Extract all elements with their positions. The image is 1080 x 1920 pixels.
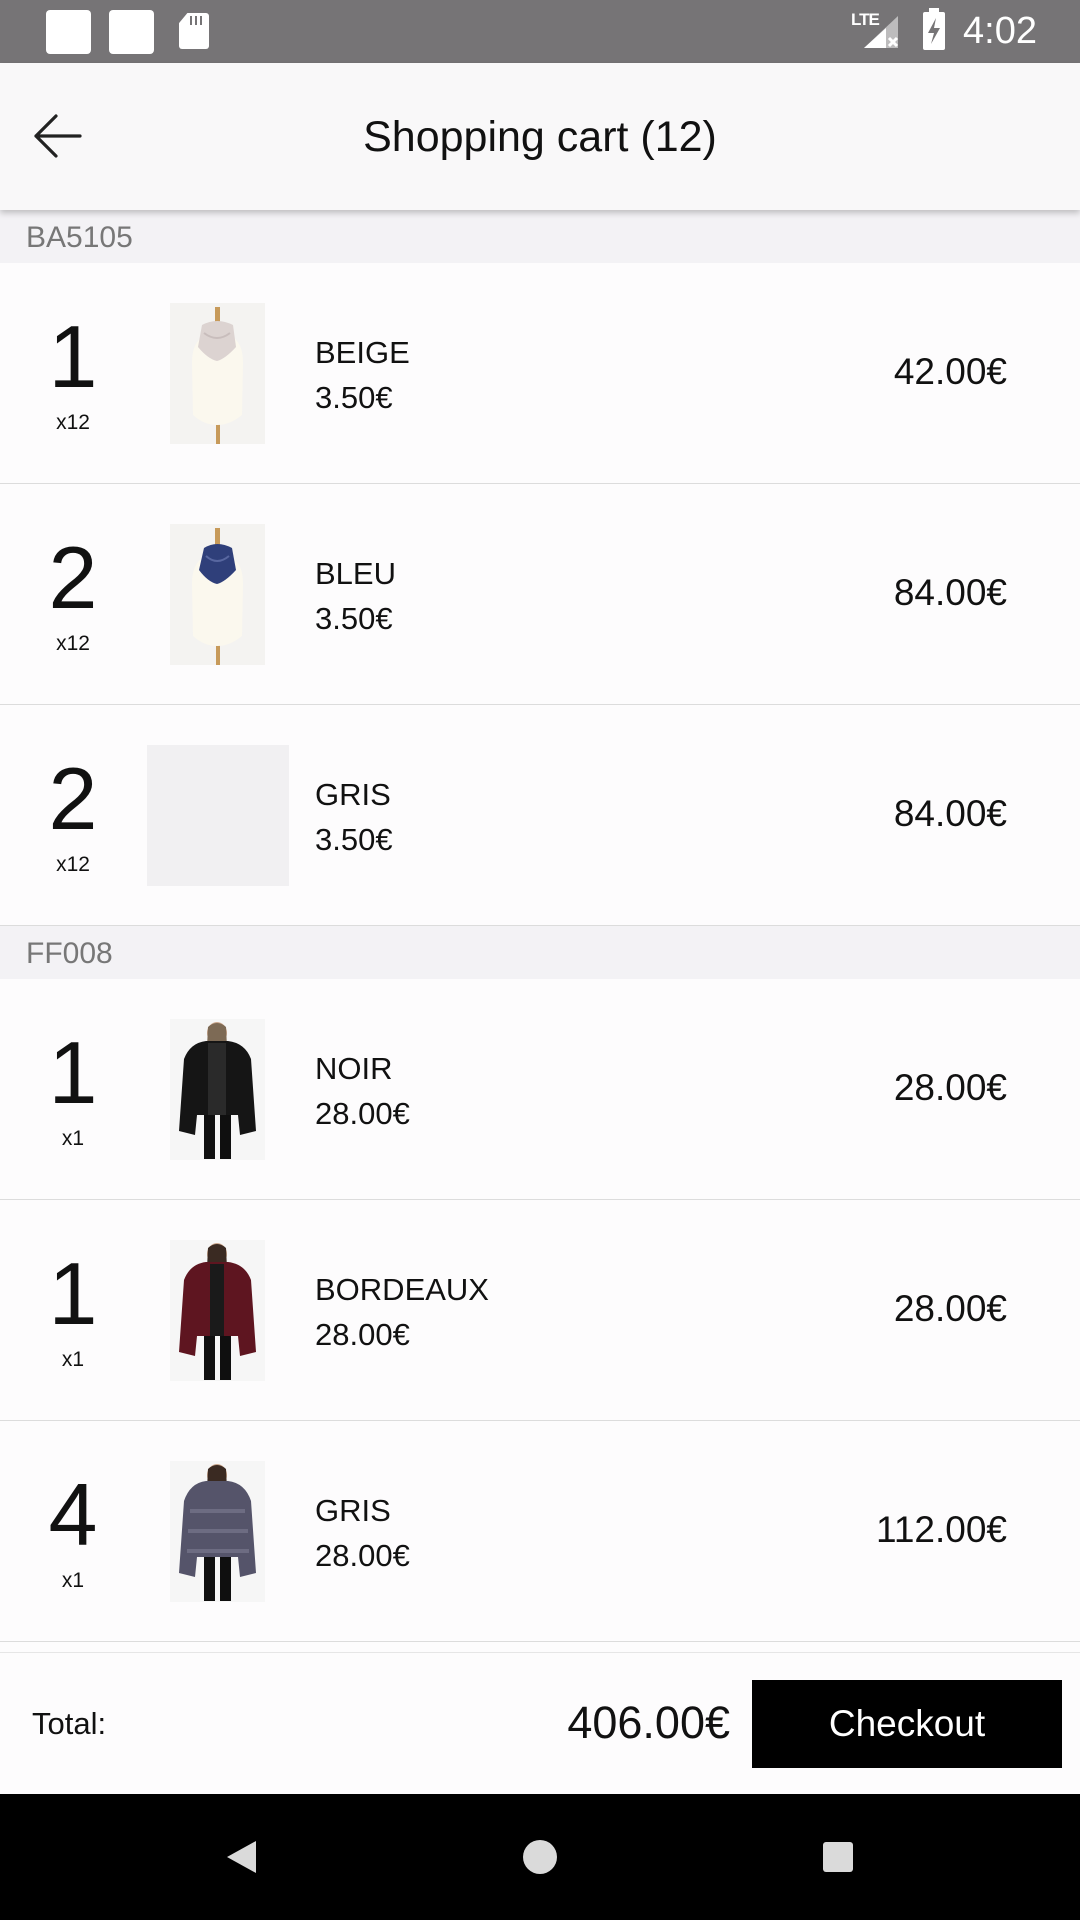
cart-list[interactable]: BA5105 1 x12 BEIGE 3.50€ 42.00€ 2 x12 BL… xyxy=(0,210,1080,1652)
item-unit-price: 3.50€ xyxy=(315,822,393,857)
nav-recents-button[interactable] xyxy=(811,1830,865,1884)
item-total: 84.00€ xyxy=(893,793,1007,834)
product-image xyxy=(170,303,265,444)
total-label: Total: xyxy=(32,1706,107,1741)
item-pack-size: x12 xyxy=(56,853,90,876)
item-quantity: 1 xyxy=(48,307,98,406)
item-pack-size: x1 xyxy=(61,1127,85,1150)
item-unit-price: 3.50€ xyxy=(315,601,393,636)
nav-home-button[interactable] xyxy=(513,1830,567,1884)
item-total: 84.00€ xyxy=(893,572,1007,613)
item-quantity: 1 xyxy=(48,1244,98,1343)
item-quantity: 4 xyxy=(48,1465,98,1564)
item-unit-price: 28.00€ xyxy=(315,1538,410,1573)
beige-scarf-image xyxy=(170,303,265,444)
item-total: 112.00€ xyxy=(876,1509,1007,1550)
sd-card-icon xyxy=(179,13,209,49)
circle-home-icon xyxy=(523,1840,557,1874)
item-total: 28.00€ xyxy=(893,1067,1007,1108)
item-color: BLEU xyxy=(315,556,396,591)
item-unit-price: 3.50€ xyxy=(315,380,393,415)
item-unit-price: 28.00€ xyxy=(315,1096,410,1131)
app-bar: Shopping cart (12) xyxy=(0,63,1080,210)
product-image xyxy=(170,1019,265,1160)
cart-item[interactable]: 1 x1 NOIR 28.00€ 28.00€ xyxy=(0,979,1080,1200)
item-quantity: 2 xyxy=(48,749,98,848)
black-coat-image xyxy=(170,1019,265,1160)
notification-icon xyxy=(109,10,154,54)
item-unit-price: 28.00€ xyxy=(315,1317,410,1352)
bordeaux-coat-image xyxy=(170,1240,265,1381)
item-color: GRIS xyxy=(315,1493,391,1528)
cart-item[interactable]: 4 x1 GRIS 28.00€ 112.00€ xyxy=(0,1421,1080,1642)
cart-item[interactable]: 1 x12 BEIGE 3.50€ 42.00€ xyxy=(0,263,1080,484)
item-quantity: 1 xyxy=(48,1023,98,1122)
notification-icon xyxy=(46,10,91,54)
group-header: BA5105 xyxy=(0,210,1080,263)
item-pack-size: x1 xyxy=(61,1348,85,1371)
item-pack-size: x1 xyxy=(61,1569,85,1592)
nav-back-button[interactable] xyxy=(214,1830,268,1884)
cart-item[interactable]: 2 x12 BLEU 3.50€ 84.00€ xyxy=(0,484,1080,705)
cart-item[interactable]: 2 x12 GRIS 3.50€ 84.00€ xyxy=(0,705,1080,926)
triangle-back-icon xyxy=(227,1841,256,1873)
cart-footer: Total: 406.00€ Checkout xyxy=(0,1652,1080,1794)
signal-icon xyxy=(864,16,899,48)
item-total: 42.00€ xyxy=(893,351,1007,392)
item-color: BEIGE xyxy=(315,335,410,370)
grey-coat-image xyxy=(170,1461,265,1602)
total-value: 406.00€ xyxy=(567,1697,730,1748)
clock: 4:02 xyxy=(963,10,1037,52)
item-total: 28.00€ xyxy=(893,1288,1007,1329)
square-recents-icon xyxy=(823,1842,853,1872)
battery-charging-icon xyxy=(923,8,945,50)
product-image-placeholder xyxy=(147,745,289,886)
product-image xyxy=(170,1461,265,1602)
item-color: BORDEAUX xyxy=(315,1272,489,1307)
item-quantity: 2 xyxy=(48,528,98,627)
page-title: Shopping cart (12) xyxy=(363,113,717,161)
item-color: GRIS xyxy=(315,777,391,812)
navigation-bar xyxy=(0,1794,1080,1920)
status-bar: LTE 4:02 xyxy=(0,0,1080,63)
product-image xyxy=(170,1240,265,1381)
blue-scarf-image xyxy=(170,524,265,665)
item-pack-size: x12 xyxy=(56,632,90,655)
group-header: FF008 xyxy=(0,926,1080,979)
cart-item[interactable]: 1 x1 BORDEAUX 28.00€ 28.00€ xyxy=(0,1200,1080,1421)
item-pack-size: x12 xyxy=(56,411,90,434)
checkout-button[interactable]: Checkout xyxy=(752,1680,1062,1768)
product-image xyxy=(170,524,265,665)
item-color: NOIR xyxy=(315,1051,393,1086)
